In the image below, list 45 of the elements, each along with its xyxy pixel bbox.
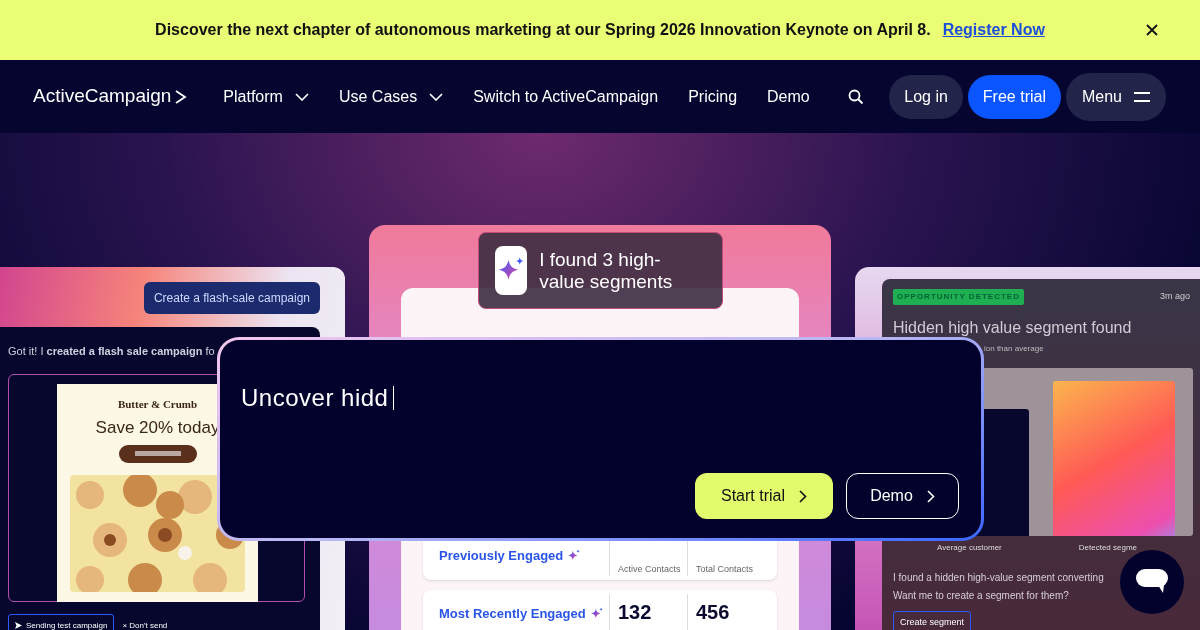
menu-icon: [1134, 91, 1150, 102]
send-test-button[interactable]: Sending test campaign: [8, 613, 115, 630]
nav-link[interactable]: Pricing: [688, 84, 738, 109]
dont-send-button[interactable]: × Don't send: [122, 619, 168, 630]
send-icon: [15, 622, 22, 629]
brand-name: Butter & Crumb: [117, 396, 198, 412]
chevron-right-icon: [175, 89, 188, 104]
nav-link[interactable]: Use Cases: [338, 84, 444, 109]
close-icon[interactable]: [1146, 24, 1158, 36]
logo[interactable]: ActiveCampaign: [33, 82, 188, 111]
chat-icon: [1136, 569, 1168, 595]
create-segment-button[interactable]: Create segment: [893, 611, 972, 630]
bar-label: Average customer: [937, 542, 1002, 554]
chevron-right-icon: [799, 489, 807, 503]
stat-label: Total Contacts: [696, 562, 754, 576]
free-trial-button[interactable]: Free trial: [967, 74, 1061, 119]
banner-text: Discover the next chapter of autonomous marketing at our Spring 2026 Innovation Keynote on April 8.: [155, 20, 931, 40]
stat-label: Active Contacts: [618, 562, 682, 576]
message-line: I found a hidden high-value segment converting: [893, 571, 1104, 585]
login-button[interactable]: Log in: [889, 74, 963, 119]
segment-name[interactable]: Most Recently Engaged: [439, 604, 609, 624]
email-headline: Save 20% today: [95, 417, 220, 439]
start-trial-button[interactable]: Start trial: [695, 473, 833, 519]
register-link[interactable]: Register Now: [942, 18, 1045, 42]
nav-link[interactable]: Demo: [767, 84, 810, 109]
chat-message: Create a flash-sale campaign: [143, 282, 320, 314]
status-badge: OPPORTUNITY DETECTED: [893, 289, 1024, 305]
chip-text: I found 3 high-value segments: [539, 248, 674, 293]
nav-link[interactable]: Platform: [223, 84, 309, 109]
card-subtitle: ion than average: [983, 343, 1045, 355]
card-title: Hidden high value segment found: [893, 318, 1133, 338]
bar-label: Detected segme: [1078, 542, 1138, 554]
demo-button[interactable]: Demo: [846, 473, 959, 519]
message-line: Want me to create a segment for them?: [893, 589, 1069, 603]
nav-link[interactable]: Switch to ActiveCampaign: [473, 84, 659, 109]
segment-name[interactable]: Previously Engaged: [439, 546, 609, 566]
chevron-right-icon: [926, 489, 935, 503]
reply-text: Got it! I created a flash sale campaign fo: [8, 344, 216, 359]
menu-button[interactable]: Menu: [1065, 72, 1166, 121]
text-cursor: [393, 386, 395, 410]
search-icon[interactable]: [848, 88, 865, 105]
typed-text[interactable]: Uncover hidd: [241, 380, 389, 416]
active-count: 132: [618, 602, 653, 622]
total-count: 456: [696, 602, 730, 622]
timestamp: 3m ago: [1159, 290, 1190, 304]
